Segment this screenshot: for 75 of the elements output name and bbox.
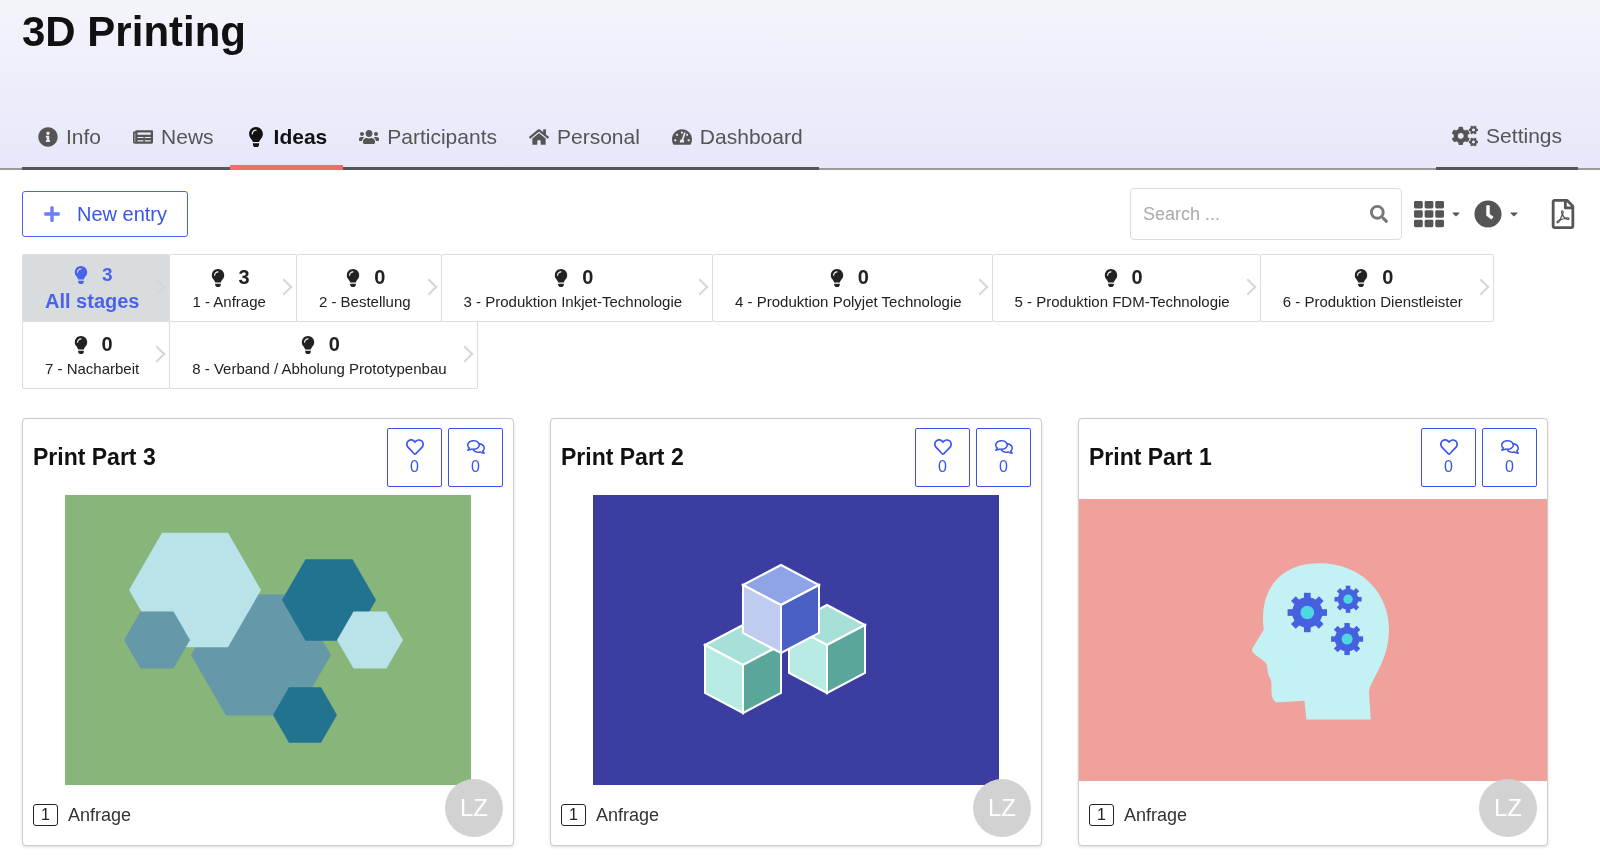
stage-count: 0 <box>328 333 340 356</box>
stage-count: 0 <box>582 266 594 289</box>
card-title: Print Part 1 <box>1089 443 1212 471</box>
like-button[interactable]: 0 <box>915 427 970 487</box>
stage-label: 7 - Nacharbeit <box>45 360 140 377</box>
newspaper-icon <box>133 127 154 147</box>
stage-label: 5 - Produktion FDM-Technologie <box>1014 293 1230 310</box>
nav-tab[interactable]: Participants <box>343 125 513 170</box>
stage-count: 0 <box>374 266 386 289</box>
tab-label: Settings <box>1486 124 1562 148</box>
settings-tab[interactable]: Settings <box>1436 123 1578 170</box>
stage-count: 3 <box>238 266 250 289</box>
stage-label: All stages <box>45 289 140 313</box>
tab-label: Participants <box>387 125 497 149</box>
stage-label: 1 - Anfrage <box>192 293 266 310</box>
house-icon <box>528 127 549 147</box>
speech-bubbles-icon <box>994 438 1013 456</box>
tab-label: Dashboard <box>699 125 803 149</box>
plus-icon <box>43 205 61 223</box>
search-icon <box>1370 205 1388 223</box>
stage-filter[interactable]: 0 2 - Bestellung <box>295 254 442 322</box>
card-title: Print Part 2 <box>561 443 684 471</box>
stage-name: Anfrage <box>67 804 131 826</box>
comment-button[interactable]: 0 <box>976 427 1031 487</box>
stage-label: 2 - Bestellung <box>318 293 411 310</box>
heart-icon <box>933 438 952 456</box>
people-icon <box>359 127 380 147</box>
settings-icon <box>1452 123 1479 149</box>
grid-view-dropdown[interactable] <box>1414 199 1462 229</box>
stage-number: 1 <box>561 804 586 826</box>
nav-tab[interactable]: Info <box>22 125 118 170</box>
nav-tab[interactable]: Dashboard <box>655 125 819 170</box>
tab-label: Ideas <box>273 125 328 149</box>
gauge-icon <box>671 127 692 147</box>
stage-filter[interactable]: 0 5 - Produktion FDM-Technologie <box>991 254 1261 322</box>
search-field[interactable]: Search ... <box>1130 188 1402 240</box>
stage-label: 4 - Produktion Polyjet Technologie <box>735 293 962 310</box>
stage-label: 3 - Produktion Inkjet-Technologie <box>463 293 683 310</box>
stage-name: Anfrage <box>595 804 659 826</box>
heart-icon <box>405 438 424 456</box>
comment-button[interactable]: 0 <box>1482 427 1537 487</box>
stage-filter[interactable]: 3 1 - Anfrage <box>169 254 297 322</box>
stage-filter[interactable]: 0 6 - Produktion Dienstleister <box>1259 254 1494 322</box>
new-entry-button[interactable]: New entry <box>22 191 189 237</box>
stage-name: Anfrage <box>1123 804 1187 826</box>
speech-bubbles-icon <box>1500 438 1519 456</box>
stage-filter[interactable]: 0 3 - Produktion Inkjet-Technologie <box>440 254 714 322</box>
stage-number: 1 <box>33 804 58 826</box>
stage-count: 0 <box>101 333 113 356</box>
card-title: Print Part 3 <box>33 443 156 471</box>
stage-filter[interactable]: 0 7 - Nacharbeit <box>22 321 171 389</box>
stage-count: 0 <box>1131 266 1143 289</box>
tab-label: News <box>161 125 214 149</box>
nav-tab[interactable]: Personal <box>512 125 656 170</box>
stage-count: 0 <box>857 266 869 289</box>
stage-filter[interactable]: 0 8 - Verband / Abholung Prototypenbau <box>169 321 478 389</box>
page-title: 3D Printing <box>22 8 247 56</box>
stage-label: 6 - Produktion Dienstleister <box>1282 293 1463 310</box>
stage-filter[interactable]: 3 All stages <box>22 254 171 322</box>
nav-tab[interactable]: Ideas <box>229 125 344 170</box>
heart-icon <box>1439 438 1458 456</box>
stage-number: 1 <box>1089 804 1114 826</box>
stage-label: 8 - Verband / Abholung Prototypenbau <box>192 360 447 377</box>
tab-label: Personal <box>556 125 640 149</box>
tab-label: Info <box>66 125 102 149</box>
like-button[interactable]: 0 <box>387 427 442 487</box>
clock-sort-dropdown[interactable] <box>1474 200 1520 228</box>
comment-button[interactable]: 0 <box>448 427 503 487</box>
stage-count: 3 <box>101 263 113 286</box>
info-icon <box>38 127 58 147</box>
nav-tab[interactable]: News <box>117 125 230 170</box>
speech-bubbles-icon <box>466 438 485 456</box>
stage-count: 0 <box>1382 266 1394 289</box>
stage-filter[interactable]: 0 4 - Produktion Polyjet Technologie <box>712 254 993 322</box>
like-button[interactable]: 0 <box>1421 427 1476 487</box>
